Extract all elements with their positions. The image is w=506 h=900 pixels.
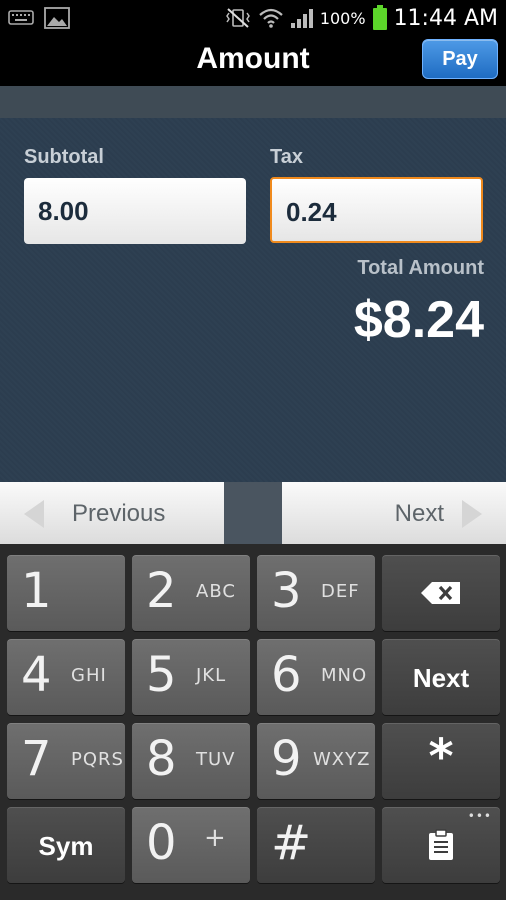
pay-button[interactable]: Pay — [422, 39, 498, 79]
key-letters: PQRS — [71, 749, 124, 770]
clock: 11:44 AM — [393, 5, 498, 31]
wifi-icon — [259, 8, 283, 28]
backspace-key[interactable] — [382, 555, 500, 631]
key-letters: MNO — [321, 665, 368, 686]
key-digit: 9 — [271, 731, 302, 787]
battery-icon — [372, 5, 387, 30]
subtotal-value: 8.00 — [38, 196, 89, 226]
sym-key-label: Sym — [38, 831, 94, 861]
key-letters: + — [204, 823, 227, 853]
total-amount-label: Total Amount — [357, 257, 484, 279]
status-bar: 100% 11:44 AM — [0, 0, 506, 36]
key-digit: 3 — [271, 563, 302, 619]
key-letters: DEF — [321, 581, 360, 602]
sym-key[interactable]: Sym — [7, 807, 125, 883]
tax-value: 0.24 — [286, 197, 337, 227]
amount-panel: Subtotal Tax 8.00 0.24 Total Amount $8.2… — [0, 118, 506, 482]
key-3[interactable]: 3 DEF — [257, 555, 375, 631]
header-divider — [0, 86, 506, 118]
key-letters: GHI — [71, 665, 107, 686]
star-key[interactable]: * — [382, 723, 500, 799]
key-digit: 1 — [21, 563, 52, 619]
next-key[interactable]: Next — [382, 639, 500, 715]
key-digit: 8 — [146, 731, 177, 787]
next-field-label: Next — [394, 500, 444, 527]
key-6[interactable]: 6 MNO — [257, 639, 375, 715]
key-letters: ABC — [196, 581, 236, 602]
battery-percent: 100% — [319, 8, 366, 28]
chevron-right-icon — [462, 500, 482, 528]
subtotal-field[interactable]: 8.00 — [24, 178, 246, 244]
hash-key-label: # — [271, 815, 312, 871]
key-letters: WXYZ — [313, 749, 371, 770]
signal-icon — [290, 9, 313, 28]
more-dots-icon: ••• — [467, 809, 492, 823]
hash-key[interactable]: # — [257, 807, 375, 883]
image-icon — [44, 7, 70, 29]
clipboard-icon — [429, 829, 453, 860]
key-9[interactable]: 9 WXYZ — [257, 723, 375, 799]
total-amount-value: $8.24 — [353, 291, 484, 349]
key-5[interactable]: 5 JKL — [132, 639, 250, 715]
vibrate-mute-icon — [225, 8, 250, 28]
clipboard-key[interactable]: ••• — [382, 807, 500, 883]
previous-label: Previous — [72, 500, 166, 527]
tax-label: Tax — [270, 146, 303, 168]
next-field-button[interactable]: Next — [282, 482, 506, 544]
key-digit: 0 — [146, 815, 177, 871]
key-2[interactable]: 2 ABC — [132, 555, 250, 631]
numeric-keypad: 1 2 ABC 3 DEF 4 GHI 5 JKL 6 MNO Next 7 P… — [0, 544, 506, 900]
tax-field[interactable]: 0.24 — [270, 177, 483, 243]
key-digit: 4 — [21, 647, 52, 703]
key-1[interactable]: 1 — [7, 555, 125, 631]
key-7[interactable]: 7 PQRS — [7, 723, 125, 799]
key-0[interactable]: 0 + — [132, 807, 250, 883]
key-digit: 5 — [146, 647, 177, 703]
previous-button[interactable]: Previous — [0, 482, 224, 544]
app-header: Amount Pay — [0, 36, 506, 86]
next-key-label: Next — [412, 663, 470, 693]
key-letters: JKL — [196, 665, 227, 686]
key-4[interactable]: 4 GHI — [7, 639, 125, 715]
key-letters: TUV — [196, 749, 236, 770]
subtotal-label: Subtotal — [24, 146, 104, 168]
key-digit: 2 — [146, 563, 177, 619]
key-8[interactable]: 8 TUV — [132, 723, 250, 799]
field-navigation-bar: Previous Next — [0, 482, 506, 544]
backspace-icon — [421, 582, 460, 604]
key-digit: 7 — [21, 731, 52, 787]
key-digit: 6 — [271, 647, 302, 703]
keyboard-icon — [8, 10, 34, 25]
chevron-left-icon — [24, 500, 44, 528]
star-key-label: * — [428, 729, 454, 785]
